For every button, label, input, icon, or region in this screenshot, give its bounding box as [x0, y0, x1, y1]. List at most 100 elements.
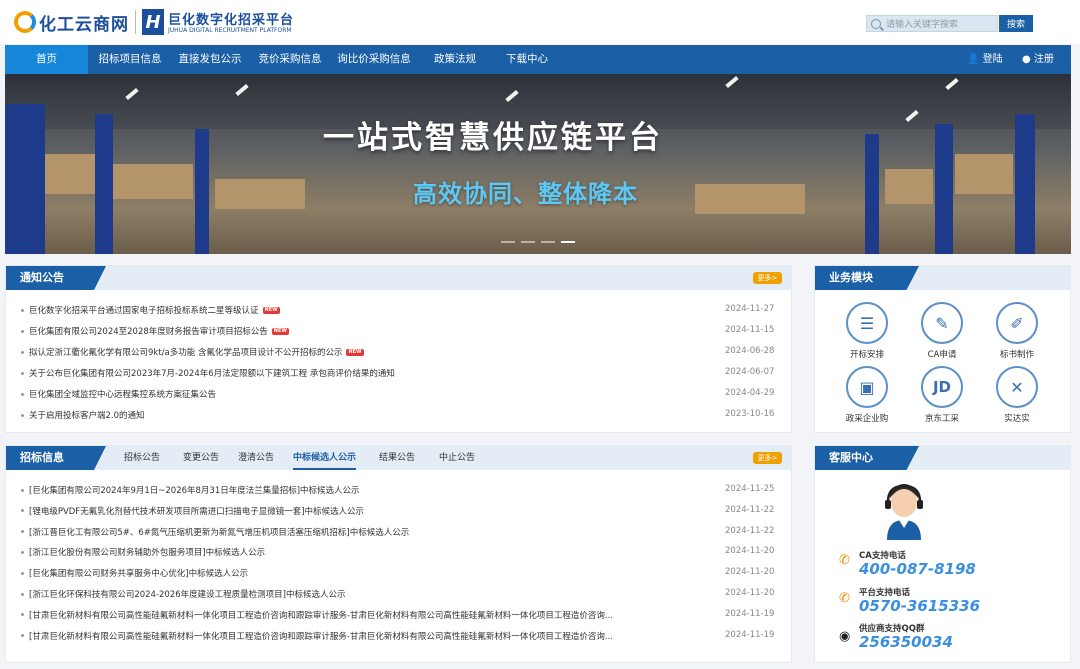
register-icon: ● [1022, 54, 1031, 65]
huagong-logo-text: 化工云商网 [39, 14, 129, 35]
bullet-icon [21, 634, 24, 638]
ca-support-phone: 400-087-8198 [859, 560, 976, 578]
business-panel: 业务模块 ☰ 开标安排 ✎ CA申请 ✐ 标书制作 ▣ 政采企业购 JD 京东工… [814, 265, 1071, 433]
banner-rack [1015, 114, 1035, 254]
login-link[interactable]: 👤 登陆 [967, 45, 1003, 74]
search-button[interactable]: 搜索 [999, 15, 1033, 32]
biz-shidashi[interactable]: ✕ 实达实 [987, 366, 1047, 424]
tender-item[interactable]: [巨化集团有限公司2024年9月1日~2026年8月31日年度法兰集量招标]中标… [21, 483, 360, 497]
nav-policies[interactable]: 政策法规 [420, 45, 490, 74]
search-input[interactable]: 请输入关键字搜索 [866, 15, 998, 32]
bullet-icon [21, 371, 24, 375]
notice-item-text: 拟认定浙江衢化氟化学有限公司9kt/a多功能 含氟化学品项目设计不公开招标的公示 [29, 348, 343, 358]
notice-item-date: 2024-06-07 [725, 367, 775, 377]
nav-tender-projects[interactable]: 招标项目信息 [90, 45, 170, 74]
biz-bid-doc[interactable]: ✐ 标书制作 [987, 302, 1047, 360]
new-badge: NEW [262, 306, 280, 314]
huagong-logo[interactable]: 化工云商网 [14, 8, 129, 36]
notice-item[interactable]: 关于启用投标客户端2.0的通知 [21, 408, 145, 422]
tender-item-date: 2024-11-22 [725, 525, 775, 536]
main-nav: 首页 招标项目信息 直接发包公示 竞价采购信息 询比价采购信息 政策法规 下载中… [5, 45, 1071, 74]
biz-label: 实达实 [1004, 414, 1030, 424]
banner-box [695, 184, 805, 214]
register-link[interactable]: ● 注册 [1022, 45, 1054, 74]
biz-gov-purchase[interactable]: ▣ 政采企业购 [837, 366, 897, 424]
tender-more-button[interactable]: 更多> [753, 452, 782, 464]
biz-label: 京东工采 [924, 414, 959, 424]
nav-inquiry-purchase[interactable]: 询比价采购信息 [330, 45, 418, 74]
bullet-icon [21, 308, 24, 312]
bullet-icon [21, 509, 24, 513]
biz-label: 标书制作 [999, 350, 1034, 360]
tender-item[interactable]: [巨化集团有限公司财务共享服务中心优化]中标候选人公示 [21, 566, 248, 580]
banner-rack [95, 114, 113, 254]
tab-result-notice[interactable]: 结果公告 [379, 446, 415, 470]
banner-headline: 一站式智慧供应链平台 [323, 120, 663, 156]
nav-direct-contract[interactable]: 直接发包公示 [170, 45, 250, 74]
tab-suspend-notice[interactable]: 中止公告 [439, 446, 475, 470]
banner-rack [195, 129, 209, 254]
notice-title: 通知公告 [6, 266, 106, 290]
carousel-dot[interactable] [521, 241, 535, 243]
hero-banner[interactable]: 一站式智慧供应链平台 高效协同、整体降本 [5, 74, 1071, 254]
notice-item-text: 关于公布巨化集团有限公司2023年7月-2024年6月法定限额以下建筑工程 承包… [29, 369, 395, 379]
tender-item-text: [巨化集团有限公司2024年9月1日~2026年8月31日年度法兰集量招标]中标… [29, 486, 360, 496]
nav-home[interactable]: 首页 [5, 45, 88, 74]
banner-box [885, 169, 933, 204]
bullet-icon [21, 592, 24, 596]
carousel-indicators[interactable] [501, 241, 575, 243]
search-placeholder: 请输入关键字搜索 [886, 20, 959, 30]
tender-item[interactable]: [浙江巨化环保科技有限公司2024-2026年度建设工程质量检测项目]中标候选人… [21, 587, 345, 601]
document-list-icon: ☰ [846, 302, 888, 344]
tender-item-text: [锂电级PVDF无氟乳化剂替代技术研发项目所需进口扫描电子显微镜一套]中标候选人… [29, 506, 365, 517]
phone-icon: ✆ [839, 591, 850, 606]
tender-title: 招标信息 [6, 446, 106, 470]
jd-logo-icon: JD [921, 366, 963, 408]
tab-change-notice[interactable]: 变更公告 [183, 446, 219, 470]
carousel-dot[interactable] [541, 241, 555, 243]
notice-more-button[interactable]: 更多> [753, 272, 782, 284]
notice-item[interactable]: 巨化集团有限公司2024至2028年度财务报告审计项目招标公告 NEW [21, 324, 289, 338]
tender-item[interactable]: [浙江巨化股份有限公司财务辅助外包服务项目]中标候选人公示 [21, 545, 265, 559]
tender-item[interactable]: [锂电级PVDF无氟乳化剂替代技术研发项目所需进口扫描电子显微镜一套]中标候选人… [21, 504, 364, 518]
huagong-logo-mark-icon [14, 11, 36, 33]
biz-jd-industrial[interactable]: JD 京东工采 [912, 366, 972, 424]
tab-bid-notice[interactable]: 招标公告 [124, 446, 160, 470]
notice-item-date: 2024-11-27 [725, 304, 775, 314]
bullet-icon [21, 571, 24, 575]
juhua-logo-subtitle: JUHUA DIGITAL RECRUITMENT PLATFORM [168, 27, 292, 34]
tab-candidate-notice[interactable]: 中标候选人公示 [293, 446, 357, 470]
banner-rack [865, 134, 879, 254]
tender-item-date: 2024-11-22 [725, 504, 775, 515]
carousel-dot-active[interactable] [561, 241, 575, 243]
bullet-icon [21, 530, 24, 534]
nav-bidding-purchase[interactable]: 竞价采购信息 [250, 45, 330, 74]
biz-ca-apply[interactable]: ✎ CA申请 [912, 302, 972, 360]
juhua-logo-title: 巨化数字化招采平台 [168, 13, 295, 28]
bullet-icon [21, 488, 24, 492]
bullet-icon [21, 550, 24, 554]
banner-box [113, 164, 193, 199]
shop-icon: ▣ [846, 366, 888, 408]
notice-panel: 通知公告 更多> 巨化数字化招采平台通过国家电子招标投标系统二星等级认证 NEW 2… [5, 265, 792, 433]
tender-item-date: 2024-11-19 [725, 608, 775, 619]
shidashi-logo-icon: ✕ [996, 366, 1038, 408]
tender-item[interactable]: [甘肃巨化新材料有限公司高性能硅氟新材料一体化项目工程造价咨询和跟踪审计服务-甘… [21, 608, 613, 622]
platform-support-phone: 0570-3615336 [859, 597, 981, 615]
tender-item[interactable]: [浙江晋巨化工有限公司5#、6#氮气压缩机更新为新氮气增压机项目活塞压缩机招标]… [21, 525, 409, 539]
tab-clarify-notice[interactable]: 澄清公告 [238, 446, 274, 470]
biz-bid-schedule[interactable]: ☰ 开标安排 [837, 302, 897, 360]
nav-download-center[interactable]: 下载中心 [492, 45, 562, 74]
banner-box [955, 154, 1013, 194]
notice-item[interactable]: 巨化数字化招采平台通过国家电子招标投标系统二星等级认证 NEW [21, 303, 280, 317]
tender-item[interactable]: [甘肃巨化新材料有限公司高性能硅氟新材料一体化项目工程造价咨询和跟踪审计服务-甘… [21, 629, 613, 643]
carousel-dot[interactable] [501, 241, 515, 243]
tender-item-date: 2024-11-25 [725, 484, 775, 494]
bullet-icon [21, 613, 24, 617]
notice-item[interactable]: 关于公布巨化集团有限公司2023年7月-2024年6月法定限额以下建筑工程 承包… [21, 366, 395, 380]
notice-item[interactable]: 巨化集团全域监控中心远程集控系统方案征集公告 [21, 387, 216, 401]
notice-item[interactable]: 拟认定浙江衢化氟化学有限公司9kt/a多功能 含氟化学品项目设计不公开招标的公示… [21, 345, 364, 359]
tender-item-date: 2024-11-20 [725, 567, 775, 578]
top-header: 化工云商网 H 巨化数字化招采平台 JUHUA DIGITAL RECRUITM… [0, 0, 1080, 44]
banner-rack [5, 104, 45, 254]
